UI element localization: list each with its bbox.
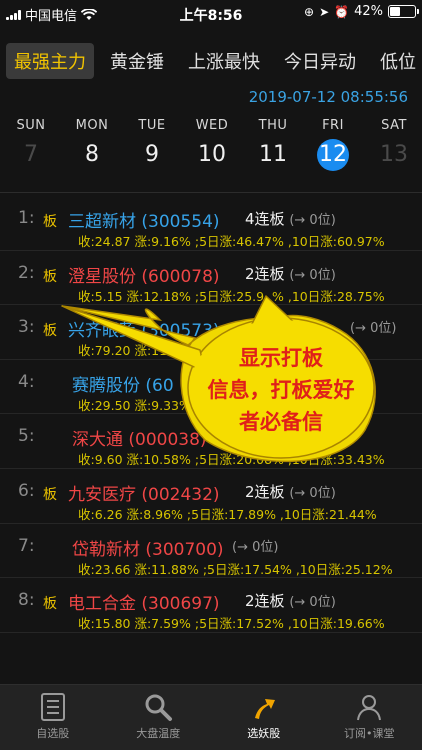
stock-row[interactable]: 8: 板 电工合金 (300697) 2连板 (→ 0位) 收:15.80 涨:… <box>0 578 422 633</box>
list-icon <box>0 689 106 725</box>
stock-row[interactable]: 7: 岱勒新材 (300700) (→ 0位) 收:23.66 涨:11.88%… <box>0 524 422 579</box>
limit-up-badge: 板 <box>43 268 57 285</box>
limit-up-badge: 板 <box>43 486 57 503</box>
nav-market-temperature[interactable]: 大盘温度 <box>106 685 212 750</box>
nav-label: 订阅•课堂 <box>344 727 395 740</box>
day-sat[interactable]: SAT 13 <box>364 118 422 171</box>
stock-name[interactable]: 九安医疗 (002432) <box>68 480 220 505</box>
stock-rank: 3: <box>18 317 35 338</box>
day-date: 11 <box>259 142 287 167</box>
battery-icon <box>388 5 419 18</box>
stock-name[interactable]: 兴齐眼药 (300573) <box>68 316 220 341</box>
status-right: ⊕ ➤ ⏰ 42% <box>304 4 419 19</box>
day-name: MON <box>75 118 109 133</box>
trend-arrow-icon <box>211 689 317 725</box>
divider <box>0 192 422 193</box>
nav-pick-stocks[interactable]: 选妖股 <box>211 685 317 750</box>
stock-stats: 收:15.80 涨:7.59% ;5日涨:17.52% ,10日涨:19.66% <box>78 616 385 632</box>
stock-stats: 收:6.26 涨:8.96% ;5日涨:17.89% ,10日涨:21.44% <box>78 506 377 522</box>
day-wed[interactable]: WED 10 <box>182 118 242 171</box>
day-date: 7 <box>24 142 38 167</box>
stock-name[interactable]: 三超新材 (300554) <box>68 207 220 232</box>
day-name: SAT <box>381 118 407 133</box>
stock-name[interactable]: 电工合金 (300697) <box>68 589 220 614</box>
stock-stats: 收:79.20 涨:11.22% <box>78 343 199 359</box>
stock-row[interactable]: 2: 板 澄星股份 (600078) 2连板 (→ 0位) 收:5.15 涨:1… <box>0 251 422 306</box>
location-icon: ➤ <box>319 4 330 19</box>
nav-label: 大盘温度 <box>136 727 181 740</box>
nav-watchlist[interactable]: 自选股 <box>0 685 106 750</box>
stock-stats: 收:9.60 涨:10.58% ;5日涨:20.08% ,10日涨:33.43% <box>78 452 385 468</box>
limit-up-badge: 板 <box>43 323 57 340</box>
callout-line-2: 信息，打板爱好 <box>207 378 355 402</box>
stock-rank: 4: <box>18 371 35 392</box>
day-tue[interactable]: TUE 9 <box>122 118 182 171</box>
stock-rank: 8: <box>18 590 35 611</box>
limit-up-badge: 板 <box>43 214 57 230</box>
streak-tag: (→ 0位) <box>232 539 279 555</box>
status-bar: 中国电信 上午8:56 ⊕ ➤ ⏰ 42% <box>0 0 422 26</box>
stock-row[interactable]: 1: 板 三超新材 (300554) 4连板 (→ 0位) 收:24.87 涨:… <box>0 196 422 251</box>
bottom-nav: 自选股 大盘温度 选妖股 订阅•课堂 <box>0 684 422 750</box>
day-thu[interactable]: THU 11 <box>243 118 303 171</box>
streak-tag: 4连板 (→ 0位) <box>245 210 336 228</box>
tab-golden-hammer[interactable]: 黄金锤 <box>102 43 172 79</box>
day-name: SUN <box>16 118 46 133</box>
tab-fastest-rise[interactable]: 上涨最快 <box>180 43 268 79</box>
day-name: TUE <box>138 118 166 133</box>
stock-name[interactable]: 澄星股份 (600078) <box>68 262 220 287</box>
day-name: THU <box>258 118 288 133</box>
streak-tag: (→ 0位) <box>350 321 397 337</box>
nav-label: 自选股 <box>36 727 70 740</box>
nav-subscription-class[interactable]: 订阅•课堂 <box>317 685 422 750</box>
stock-stats: 收:5.15 涨:12.18% ;5日涨:25.9..% ,10日涨:28.75… <box>78 288 385 304</box>
day-name: WED <box>195 118 229 133</box>
stock-name[interactable]: 岱勒新材 (300700) <box>72 535 224 560</box>
day-date: 13 <box>380 142 408 167</box>
streak-tag: 2连板 (→ 0位) <box>245 482 336 501</box>
day-sun[interactable]: SUN 7 <box>1 118 61 171</box>
battery-percent: 42% <box>354 4 383 19</box>
nav-label: 选妖股 <box>247 727 281 740</box>
day-date: 12 <box>303 139 363 171</box>
day-date: 10 <box>198 142 226 167</box>
stock-name[interactable]: 深大通 (000038) <box>72 425 207 450</box>
alarm-icon: ⏰ <box>334 4 350 19</box>
streak-tag: 2连板 (→ 0位) <box>245 264 336 283</box>
stock-rank: 6: <box>18 480 35 501</box>
stock-rank: 1: <box>18 208 35 228</box>
day-mon[interactable]: MON 8 <box>62 118 122 171</box>
week-selector: SUN 7 MON 8 TUE 9 WED 10 THU 11 FRI 12 SAT 13 <box>0 118 422 188</box>
tab-today-movers[interactable]: 今日异动 <box>276 43 364 79</box>
category-tabs: 最强主力 黄金锤 上涨最快 今日异动 低位 <box>0 40 422 82</box>
update-timestamp: 2019-07-12 08:55:56 <box>248 88 408 106</box>
rotation-lock-icon: ⊕ <box>304 4 315 19</box>
tab-strongest-force[interactable]: 最强主力 <box>6 43 94 79</box>
day-date: 9 <box>145 142 159 167</box>
stock-stats: 收:23.66 涨:11.88% ;5日涨:17.54% ,10日涨:25.12… <box>78 561 393 577</box>
callout-line-1: 显示打板 <box>239 346 323 370</box>
day-name: FRI <box>322 118 344 133</box>
callout-line-3: 者必备信 <box>239 410 323 434</box>
callout-text: 显示打板 信息，打板爱好 者必备信 <box>188 342 374 438</box>
stock-stats: 收:29.50 涨:9.33% <box>78 397 191 413</box>
stock-rank: 5: <box>18 426 35 447</box>
day-fri-selected[interactable]: FRI 12 <box>303 118 363 171</box>
stock-rank: 7: <box>18 535 35 556</box>
stock-rank: 2: <box>18 262 35 283</box>
stock-stats: 收:24.87 涨:9.16% ;5日涨:46.47% ,10日涨:60.97% <box>78 234 385 249</box>
stock-name[interactable]: 赛腾股份 (60 <box>72 371 174 396</box>
person-icon <box>317 689 422 725</box>
limit-up-badge: 板 <box>43 596 57 613</box>
day-date: 8 <box>85 142 99 167</box>
tab-low-position[interactable]: 低位 <box>372 43 422 79</box>
stock-row[interactable]: 6: 板 九安医疗 (002432) 2连板 (→ 0位) 收:6.26 涨:8… <box>0 469 422 524</box>
streak-tag: 2连板 (→ 0位) <box>245 592 336 611</box>
search-icon <box>106 689 212 725</box>
